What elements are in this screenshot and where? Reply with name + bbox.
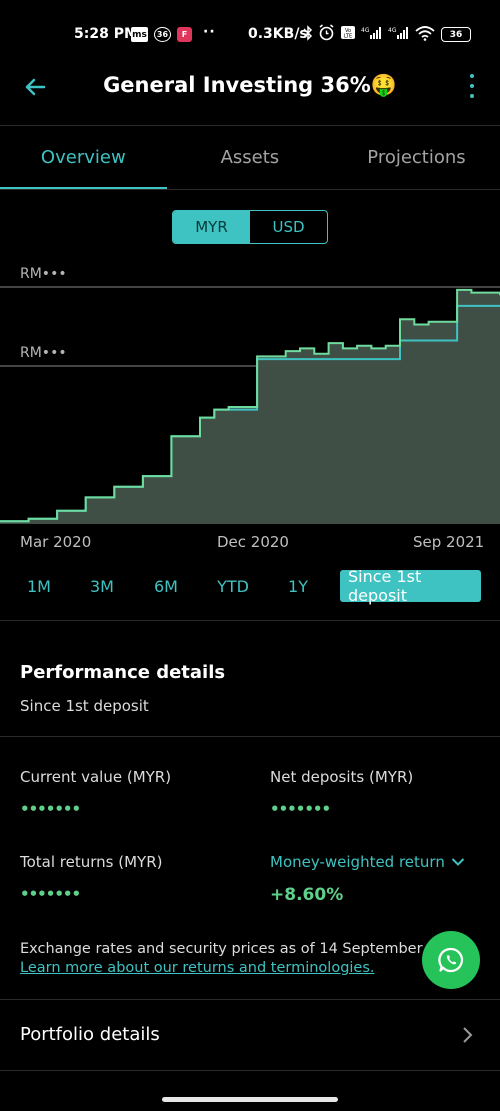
status-time: 5:28 PM — [74, 26, 138, 42]
bluetooth-icon — [303, 24, 313, 41]
status-icons: Vo LTE 4G 4G — [303, 24, 435, 41]
network-speed: 0.3KB/s — [248, 26, 308, 42]
range-1y-button[interactable]: 1Y — [280, 570, 316, 602]
current-value: ••••••• — [20, 800, 81, 818]
total-returns-value: ••••••• — [20, 885, 81, 903]
chevron-right-icon — [463, 1027, 473, 1043]
volte-icon: VoLTE — [341, 26, 355, 40]
time-range-selector: 1M 3M 6M YTD 1Y Since 1st deposit — [0, 567, 500, 605]
ms-badge-icon: ms — [131, 27, 148, 42]
wifi-icon — [415, 25, 435, 41]
chevron-down-icon — [451, 858, 465, 866]
tab-overview[interactable]: Overview — [0, 127, 167, 189]
x-axis-label: Mar 2020 — [20, 533, 92, 551]
alarm-icon — [319, 24, 334, 41]
whatsapp-chat-button[interactable] — [422, 931, 480, 989]
currency-myr-button[interactable]: MYR — [173, 211, 250, 243]
divider — [0, 736, 500, 737]
tab-projections[interactable]: Projections — [333, 127, 500, 189]
tab-bar: Overview Assets Projections — [0, 127, 500, 189]
footnote-text: Exchange rates and security prices as of… — [20, 941, 423, 957]
net-deposits-value: ••••••• — [270, 800, 331, 818]
x-axis-label: Dec 2020 — [217, 533, 289, 551]
divider — [0, 1070, 500, 1071]
tab-assets[interactable]: Assets — [167, 127, 334, 189]
performance-chart[interactable] — [0, 258, 500, 524]
divider — [0, 189, 500, 190]
signal-icon: 4G — [361, 27, 381, 39]
x-axis-label: Sep 2021 — [413, 533, 485, 551]
currency-toggle: MYR USD — [172, 210, 328, 244]
app-bar: General Investing 36%🤑 — [0, 64, 500, 110]
range-ytd-button[interactable]: YTD — [210, 570, 256, 602]
more-notifications-icon: ·· — [203, 24, 216, 40]
learn-more-link[interactable]: Learn more about our returns and termino… — [20, 960, 375, 976]
currency-usd-button[interactable]: USD — [250, 211, 327, 243]
status-bar: 5:28 PM ms 36 F ·· 0.3KB/s Vo LTE 4G 4G 3… — [0, 0, 500, 70]
home-indicator[interactable] — [162, 1097, 338, 1102]
svg-text:LTE: LTE — [344, 34, 352, 40]
whatsapp-icon — [438, 947, 464, 973]
range-6m-button[interactable]: 6M — [147, 570, 185, 602]
net-deposits-label: Net deposits (MYR) — [270, 768, 414, 786]
battery-icon: 36 — [441, 27, 471, 42]
signal-icon: 4G — [388, 27, 408, 39]
money-weighted-return-value: +8.60% — [270, 885, 344, 905]
divider — [0, 620, 500, 621]
performance-subtitle: Since 1st deposit — [20, 697, 149, 715]
divider — [0, 125, 500, 126]
svg-text:4G: 4G — [388, 27, 397, 34]
range-since-first-deposit-button[interactable]: Since 1st deposit — [340, 567, 481, 605]
range-1m-button[interactable]: 1M — [20, 570, 58, 602]
portfolio-details-label: Portfolio details — [20, 1024, 160, 1045]
performance-title: Performance details — [20, 662, 226, 683]
x-axis: Mar 2020 Dec 2020 Sep 2021 — [0, 533, 500, 553]
return-type-label: Money-weighted return — [270, 853, 445, 871]
total-returns-label: Total returns (MYR) — [20, 853, 163, 871]
portfolio-details-row[interactable]: Portfolio details — [0, 1000, 500, 1070]
range-3m-button[interactable]: 3M — [83, 570, 121, 602]
page-title: General Investing 36%🤑 — [103, 73, 397, 97]
return-type-dropdown[interactable]: Money-weighted return — [270, 853, 465, 871]
svg-text:4G: 4G — [361, 27, 370, 34]
notification-badge-icon: 36 — [154, 27, 171, 42]
app-notification-icon: F — [177, 27, 192, 42]
more-options-icon[interactable] — [466, 74, 478, 98]
current-value-label: Current value (MYR) — [20, 768, 172, 786]
